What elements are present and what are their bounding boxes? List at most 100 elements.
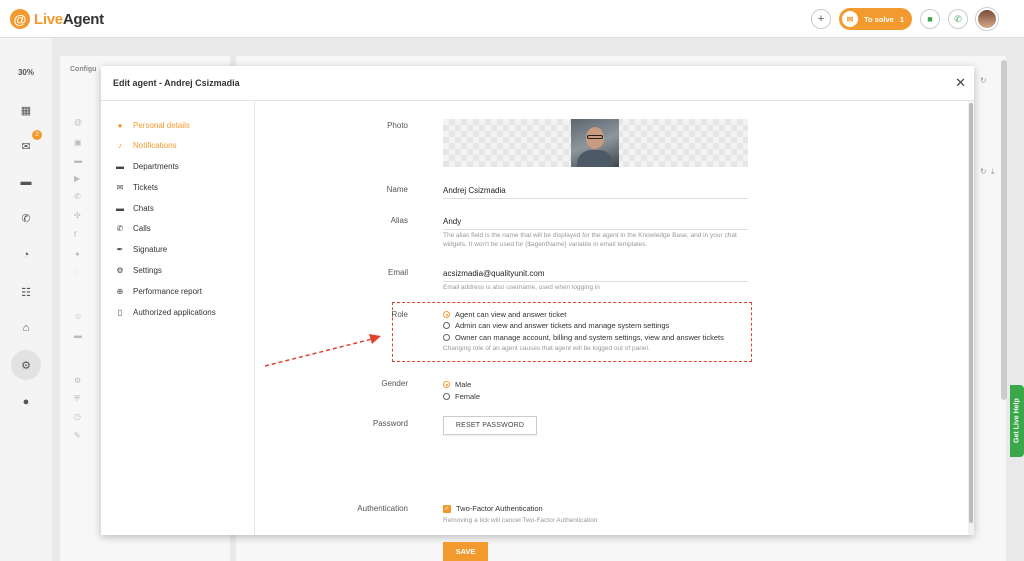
email-hint: Email address is also username, used whe… — [443, 284, 600, 291]
save-button[interactable]: SAVE — [443, 542, 488, 561]
menu-label: Performance report — [133, 286, 202, 296]
to-solve-button[interactable]: ✉ To solve 1 — [838, 8, 912, 30]
background-viber-icon: ◌ — [74, 268, 79, 277]
settings-icon[interactable]: ⚙ — [11, 350, 41, 380]
person-icon: ● — [117, 120, 123, 130]
agent-photo[interactable] — [571, 119, 619, 167]
menu-chats[interactable]: ▬ Chats — [115, 201, 154, 215]
menu-personal-details[interactable]: ● Personal details — [115, 118, 190, 132]
chat-status-icon[interactable]: ■ — [920, 9, 940, 29]
menu-label: Authorized applications — [133, 307, 216, 317]
email-label: Email — [387, 268, 408, 277]
menu-tickets[interactable]: ✉ Tickets — [115, 180, 158, 194]
alias-hint: The alias field is the name that will be… — [443, 232, 737, 248]
plus-icon[interactable]: + — [810, 9, 831, 29]
modal-scrollbar-thumb[interactable] — [969, 103, 973, 523]
role-option-admin[interactable]: Admin can view and answer tickets and ma… — [443, 321, 669, 330]
two-factor-label: Two-Factor Authentication — [456, 504, 543, 513]
background-agents-icon: ☺ — [74, 312, 83, 321]
menu-label: Signature — [133, 244, 168, 254]
role-label: Role — [391, 310, 408, 319]
bell-icon: ♪ — [118, 140, 122, 150]
reset-password-button[interactable]: RESET PASSWORD — [443, 416, 537, 435]
knowledge-base-icon[interactable]: ⌂ — [16, 318, 36, 338]
chat-icon[interactable]: ▬ — [16, 172, 36, 192]
name-label: Name — [386, 185, 408, 194]
background-phone-icon: ✆ — [74, 192, 81, 201]
photo-body — [577, 150, 613, 167]
radio[interactable] — [443, 334, 450, 341]
radio-selected[interactable] — [443, 311, 450, 318]
two-factor-hint: Removing a tick will cancel Two-Factor A… — [443, 517, 598, 524]
menu-label: Calls — [133, 223, 151, 233]
get-live-help-tab[interactable]: Get Live Help — [1010, 385, 1024, 457]
progress-percent[interactable]: 30% — [0, 68, 52, 77]
menu-label: Notifications — [133, 140, 177, 150]
background-chat-icon: ▬ — [74, 156, 82, 165]
background-at-icon: @ — [74, 118, 83, 127]
radio[interactable] — [443, 322, 450, 329]
background-video-icon: ▶ — [74, 174, 81, 183]
role-option-label: Owner can manage account, billing and sy… — [455, 333, 724, 342]
modal-side-menu: ● Personal details ♪ Notifications ▬ Depart… — [101, 101, 255, 535]
two-factor-checkbox[interactable]: ✓ — [443, 504, 451, 513]
dashboard-icon[interactable]: ▦ — [16, 100, 36, 120]
top-right-controls: + ✉ To solve 1 ■ ✆ — [810, 8, 998, 30]
signature-icon: ✒ — [116, 244, 124, 254]
envelope-icon: ✉ — [116, 182, 124, 192]
left-navigation: 30% ▦ ✉ 2 ▬ ✆ ◔ ☷ ⌂ ⚙ ● — [0, 38, 52, 561]
avatar[interactable] — [976, 8, 998, 30]
gender-option-female[interactable]: Female — [443, 392, 480, 401]
name-input[interactable]: Andrej Csizmadia — [443, 186, 748, 199]
chat-icon: ▬ — [116, 203, 124, 213]
radio-selected[interactable] — [443, 381, 450, 388]
menu-authorized-applications[interactable]: ▯ Authorized applications — [115, 305, 216, 319]
background-facebook-icon: f — [74, 230, 77, 239]
modal-header: Edit agent - Andrej Csizmadia ✕ — [101, 66, 974, 101]
photo-glasses — [587, 135, 603, 139]
background-refresh-icon-2: ↻ — [980, 167, 987, 176]
menu-signature[interactable]: ✒ Signature — [115, 242, 168, 256]
menu-notifications[interactable]: ♪ Notifications — [115, 138, 177, 152]
phone-status-icon[interactable]: ✆ — [948, 9, 968, 29]
plugins-icon[interactable]: ● — [16, 392, 36, 412]
close-icon[interactable]: ✕ — [955, 75, 966, 91]
role-option-label: Admin can view and answer tickets and ma… — [455, 321, 670, 330]
background-twitter-icon: ✦ — [74, 250, 81, 259]
edit-agent-modal: Edit agent - Andrej Csizmadia ✕ ● Persona… — [101, 66, 974, 561]
reports-icon[interactable]: ◔ — [16, 245, 36, 265]
alias-input[interactable]: Andy — [443, 217, 748, 230]
background-wrench-icon: ✎ — [74, 431, 81, 440]
logo[interactable]: @ LiveAgent — [10, 9, 104, 29]
background-shield-icon: ⛨ — [74, 394, 80, 403]
modal-scrollbar[interactable] — [968, 101, 974, 535]
authentication-label: Authentication — [357, 504, 408, 513]
modal-title: Edit agent - Andrej Csizmadia — [113, 78, 240, 88]
background-download-icon: ⤓ — [991, 167, 995, 176]
photo-dropzone[interactable] — [443, 119, 748, 167]
menu-performance-report[interactable]: ⊕ Performance report — [115, 284, 202, 298]
phone-icon[interactable]: ✆ — [16, 208, 36, 228]
background-scrollbar[interactable] — [1001, 60, 1007, 400]
menu-settings[interactable]: ⚙ Settings — [115, 263, 162, 277]
gear-icon: ⚙ — [116, 265, 124, 275]
gender-option-male[interactable]: Male — [443, 380, 471, 389]
menu-label: Settings — [133, 265, 162, 275]
background-form-icon: ▣ — [74, 138, 82, 147]
top-bar: @ LiveAgent + ✉ To solve 1 ■ ✆ — [0, 0, 1024, 38]
menu-calls[interactable]: ✆ Calls — [115, 221, 151, 235]
alias-label: Alias — [390, 216, 408, 225]
two-factor-row[interactable]: ✓ Two-Factor Authentication — [443, 504, 543, 513]
email-input[interactable]: acsizmadia@qualityunit.com — [443, 269, 748, 282]
role-hint: Changing role of an agent causes that ag… — [443, 345, 650, 352]
role-option-agent[interactable]: Agent can view and answer ticket — [443, 310, 566, 319]
radio[interactable] — [443, 393, 450, 400]
to-solve-label: To solve — [863, 14, 894, 24]
role-option-owner[interactable]: Owner can manage account, billing and sy… — [443, 333, 724, 342]
background-refresh-icon: ↻ — [980, 76, 987, 85]
gender-option-label: Female — [455, 392, 481, 401]
contacts-icon[interactable]: ☷ — [16, 282, 36, 302]
email-badge: 2 — [32, 130, 42, 140]
menu-label: Departments — [133, 161, 179, 171]
menu-departments[interactable]: ▬ Departments — [115, 159, 179, 173]
